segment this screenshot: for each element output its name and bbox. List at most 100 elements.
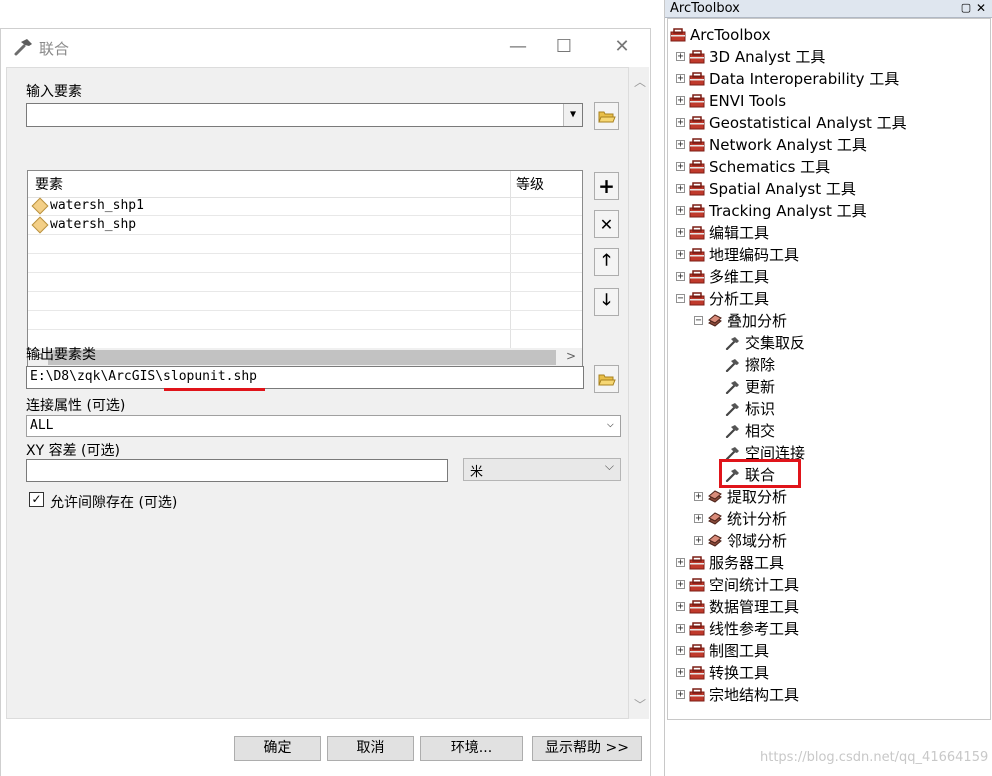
environments-button[interactable]: 环境... (420, 736, 523, 761)
tree-item-toolbox[interactable]: + 编辑工具 (668, 222, 986, 244)
tree-expander-icon[interactable]: + (676, 580, 685, 590)
toolbox-icon (689, 226, 705, 240)
table-horizontal-scrollbar[interactable]: < > (28, 348, 582, 367)
table-row[interactable]: watersh_shp (28, 216, 582, 235)
move-down-button[interactable]: 🡓 (594, 288, 619, 316)
tree-item-toolbox[interactable]: + 服务器工具 (668, 552, 986, 574)
tree-expander-icon[interactable]: + (676, 558, 685, 568)
dialog-vertical-scrollbar[interactable]: ︿ ﹀ (629, 67, 649, 719)
toolbox-icon (689, 160, 705, 174)
tree-expander-icon[interactable]: − (694, 316, 703, 326)
tree-item-toolbox[interactable]: + Spatial Analyst 工具 (668, 178, 986, 200)
tree-item-toolset[interactable]: + 统计分析 (668, 508, 986, 530)
tree-item-toolset[interactable]: − 叠加分析 (668, 310, 986, 332)
tree-expander-icon[interactable]: + (694, 536, 703, 546)
browse-input-button[interactable] (594, 102, 619, 130)
tree-item-tool[interactable]: 相交 (668, 420, 986, 442)
tree-root-arctoolbox[interactable]: ArcToolbox (668, 24, 986, 46)
move-up-button[interactable]: 🡑 (594, 248, 619, 276)
tree-item-toolset[interactable]: + 邻域分析 (668, 530, 986, 552)
arctoolbox-panel: ArcToolbox ▢ ✕ ArcToolbox +3D Analyst 工具 +… (664, 0, 992, 776)
tree-item-toolbox[interactable]: + Schematics 工具 (668, 156, 986, 178)
tree-expander-icon[interactable]: + (676, 74, 685, 84)
tree-expander-icon[interactable]: + (676, 96, 685, 106)
cancel-button[interactable]: 取消 (327, 736, 414, 761)
remove-row-button[interactable]: ✕ (594, 210, 619, 238)
dock-icon[interactable]: ▢ (959, 1, 973, 15)
close-button[interactable]: ✕ (602, 35, 642, 59)
tree-item-tool[interactable]: 空间连接 (668, 442, 986, 464)
scrollbar-thumb[interactable] (48, 350, 556, 365)
tree-item-toolbox[interactable]: + 空间统计工具 (668, 574, 986, 596)
polygon-feature-icon (31, 216, 49, 234)
xy-unit-select[interactable]: 米 ⌵ (463, 458, 621, 481)
show-help-button[interactable]: 显示帮助 >> (532, 736, 642, 761)
tree-expander-icon[interactable]: + (676, 184, 685, 194)
dialog-titlebar[interactable]: 联合 — ☐ ✕ (1, 29, 650, 67)
tree-item-toolbox[interactable]: + Geostatistical Analyst 工具 (668, 112, 986, 134)
tree-expander-icon[interactable]: + (676, 624, 685, 634)
gaps-checkbox[interactable]: ✓ (29, 492, 44, 507)
tree-item-toolbox[interactable]: +3D Analyst 工具 (668, 46, 986, 68)
tree-item-tool[interactable]: 擦除 (668, 354, 986, 376)
tree-node-label: Spatial Analyst 工具 (709, 180, 856, 198)
tree-item-toolbox[interactable]: + 制图工具 (668, 640, 986, 662)
tree-node-label: Geostatistical Analyst 工具 (709, 114, 907, 132)
tree-item-toolbox[interactable]: + 多维工具 (668, 266, 986, 288)
tree-item-toolbox[interactable]: − 分析工具 (668, 288, 986, 310)
tree-expander-icon[interactable]: + (676, 162, 685, 172)
ok-button[interactable]: 确定 (234, 736, 321, 761)
scroll-right-icon[interactable]: > (566, 349, 576, 363)
tree-node-label: 空间统计工具 (709, 576, 800, 594)
tree-node-label: 更新 (745, 378, 776, 396)
tree-expander-icon[interactable]: + (676, 272, 685, 282)
toolbox-titlebar[interactable]: ArcToolbox ▢ ✕ (665, 0, 992, 18)
tree-expander-icon[interactable]: + (676, 52, 685, 62)
tree-expander-icon[interactable]: + (676, 690, 685, 700)
table-row[interactable]: watersh_shp1 (28, 197, 582, 216)
tree-item-tool[interactable]: 更新 (668, 376, 986, 398)
tree-item-tool[interactable]: 联合 (668, 464, 986, 486)
tree-node-label: 宗地结构工具 (709, 686, 800, 704)
tree-item-toolbox[interactable]: + Network Analyst 工具 (668, 134, 986, 156)
tree-expander-icon[interactable]: + (694, 492, 703, 502)
xy-tolerance-input[interactable] (26, 459, 448, 482)
tree-expander-icon[interactable]: + (676, 646, 685, 656)
tree-node-label: 统计分析 (727, 510, 788, 528)
tree-expander-icon[interactable]: + (676, 228, 685, 238)
tree-item-toolbox[interactable]: + 数据管理工具 (668, 596, 986, 618)
tree-expander-icon[interactable]: + (676, 602, 685, 612)
column-header-rank[interactable]: 等级 (516, 174, 544, 194)
close-icon[interactable]: ✕ (974, 1, 988, 15)
tree-item-toolset[interactable]: + 提取分析 (668, 486, 986, 508)
dropdown-arrow-icon[interactable]: ▼ (563, 104, 582, 126)
tree-node-label: 交集取反 (745, 334, 806, 352)
tree-expander-icon[interactable]: + (676, 118, 685, 128)
tree-expander-icon[interactable]: + (676, 140, 685, 150)
tree-expander-icon[interactable]: + (676, 206, 685, 216)
tree-expander-icon[interactable]: − (676, 294, 685, 304)
tree-item-toolbox[interactable]: + Data Interoperability 工具 (668, 68, 986, 90)
tree-expander-icon[interactable]: + (676, 250, 685, 260)
tree-item-toolbox[interactable]: + ENVI Tools (668, 90, 986, 112)
maximize-button[interactable]: ☐ (544, 35, 584, 59)
tree-expander-icon[interactable]: + (694, 514, 703, 524)
tree-item-toolbox[interactable]: + 地理编码工具 (668, 244, 986, 266)
join-attributes-select[interactable]: ALL ⌵ (26, 415, 621, 437)
tree-item-tool[interactable]: 交集取反 (668, 332, 986, 354)
output-feature-class-input[interactable]: E:\D8\zqk\ArcGIS\slopunit.shp (26, 366, 584, 389)
scroll-down-icon[interactable]: ﹀ (634, 696, 646, 713)
output-path-value: E:\D8\zqk\ArcGIS\slopunit.shp (30, 369, 257, 384)
tree-item-toolbox[interactable]: + 转换工具 (668, 662, 986, 684)
tree-item-toolbox[interactable]: + 线性参考工具 (668, 618, 986, 640)
input-features-combo[interactable]: ▼ (26, 103, 583, 127)
scroll-up-icon[interactable]: ︿ (634, 73, 646, 90)
browse-output-button[interactable] (594, 365, 619, 393)
tree-item-toolbox[interactable]: + Tracking Analyst 工具 (668, 200, 986, 222)
minimize-button[interactable]: — (498, 35, 538, 59)
add-row-button[interactable]: + (594, 172, 619, 200)
tree-expander-icon[interactable]: + (676, 668, 685, 678)
tree-item-tool[interactable]: 标识 (668, 398, 986, 420)
column-header-features[interactable]: 要素 (35, 174, 63, 194)
tree-item-toolbox[interactable]: + 宗地结构工具 (668, 684, 986, 706)
